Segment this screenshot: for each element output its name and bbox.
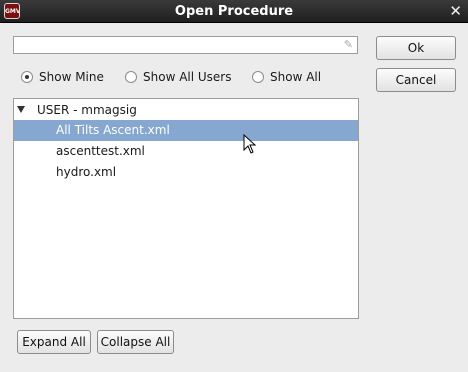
radio-show-mine-label: Show Mine <box>39 70 104 84</box>
procedure-tree[interactable]: USER - mmagsig All Tilts Ascent.xml asce… <box>13 98 359 319</box>
cancel-button[interactable]: Cancel <box>376 68 456 92</box>
radio-button-selected-icon[interactable] <box>21 71 33 83</box>
tree-item-ascenttest[interactable]: ascenttest.xml <box>14 141 358 162</box>
radio-show-all-users-label: Show All Users <box>143 70 232 84</box>
pencil-icon: ✎ <box>343 38 353 51</box>
radio-button-icon[interactable] <box>252 71 264 83</box>
tree-item-label: hydro.xml <box>56 165 117 179</box>
tree-item-all-tilts-ascent[interactable]: All Tilts Ascent.xml <box>14 120 358 141</box>
collapse-all-button[interactable]: Collapse All <box>97 330 174 354</box>
title-bar: GMV Open Procedure ✕ <box>0 0 468 23</box>
ok-button[interactable]: Ok <box>376 36 456 60</box>
tree-group-label: USER - mmagsig <box>37 103 137 117</box>
radio-show-mine[interactable]: Show Mine <box>21 69 104 85</box>
radio-show-all[interactable]: Show All <box>252 69 321 85</box>
tree-item-hydro[interactable]: hydro.xml <box>14 162 358 183</box>
expand-all-button[interactable]: Expand All <box>17 330 91 354</box>
radio-show-all-users[interactable]: Show All Users <box>125 69 232 85</box>
triangle-down-icon[interactable] <box>17 106 25 113</box>
radio-show-all-label: Show All <box>270 70 322 84</box>
tree-item-label: All Tilts Ascent.xml <box>56 123 170 137</box>
tree-group-user[interactable]: USER - mmagsig <box>14 100 358 121</box>
tree-item-label: ascenttest.xml <box>56 144 145 158</box>
close-icon[interactable]: ✕ <box>449 2 462 20</box>
search-input[interactable]: ✎ <box>13 36 358 54</box>
window-title: Open Procedure <box>174 4 294 19</box>
mouse-cursor-icon <box>243 134 257 154</box>
radio-button-icon[interactable] <box>125 71 137 83</box>
